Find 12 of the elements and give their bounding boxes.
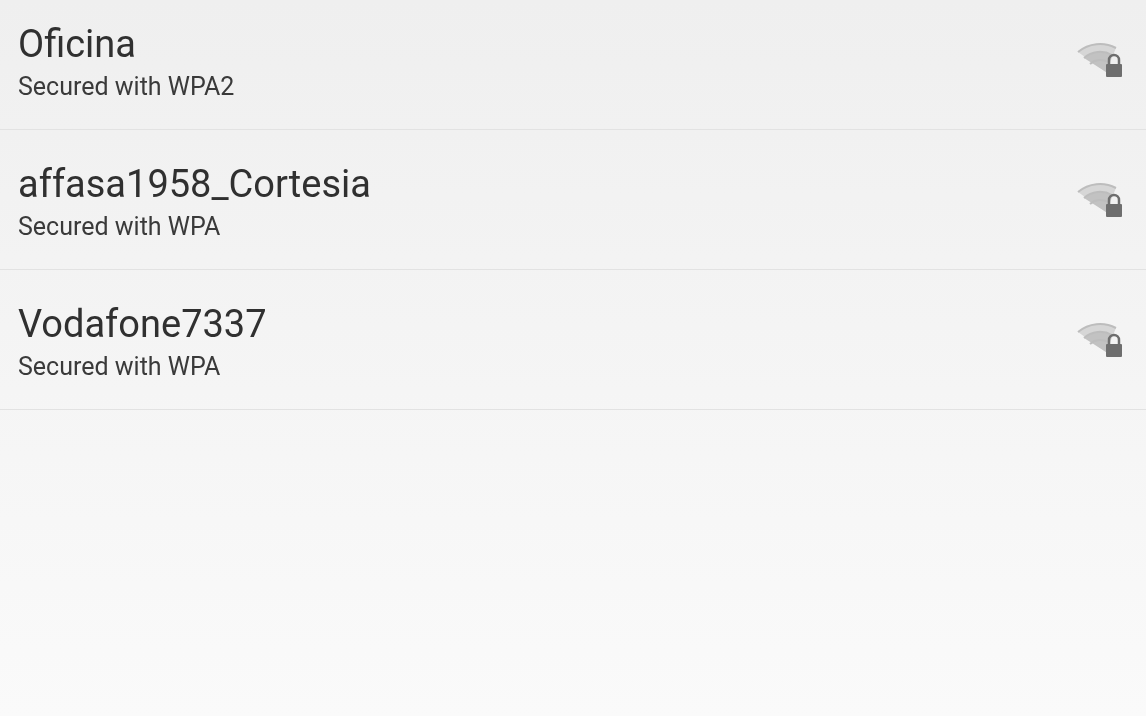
security-label: Secured with WPA (18, 211, 222, 242)
network-name: Oficina (18, 21, 137, 66)
wifi-lock-icon (1076, 181, 1124, 218)
security-label: Secured with WPA2 (18, 71, 236, 102)
network-row[interactable]: affasa1958_Cortesia Secured with WPA (0, 130, 1146, 270)
network-row[interactable]: Vodafone7337 Secured with WPA (0, 270, 1146, 410)
network-name: affasa1958_Cortesia (18, 161, 372, 206)
security-label: Secured with WPA (18, 351, 222, 382)
wifi-lock-icon (1076, 41, 1124, 78)
network-name: Vodafone7337 (18, 301, 268, 346)
wifi-lock-icon (1076, 321, 1124, 358)
network-row[interactable]: Oficina Secured with WPA2 (0, 0, 1146, 130)
